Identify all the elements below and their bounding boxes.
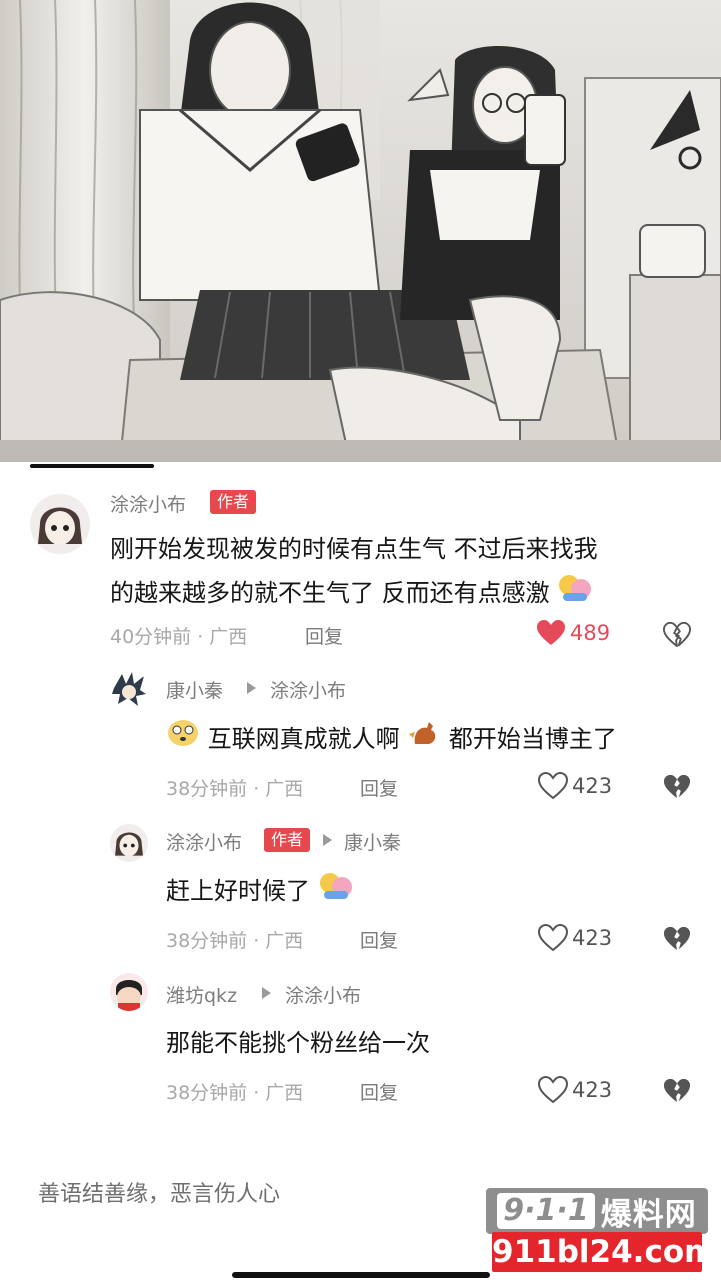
comment-text-line: 的越来越多的就不生气了 反而还有点感激 — [110, 579, 550, 607]
comment-meta: 38分钟前 · 广西 — [166, 778, 304, 800]
heart-filled-icon — [537, 620, 565, 645]
comment-meta: 38分钟前 · 广西 — [166, 1082, 304, 1104]
comment-username[interactable]: 涂涂小布 — [166, 828, 242, 855]
broken-heart-icon — [663, 774, 691, 799]
image-progress-indicator — [30, 464, 154, 468]
comment-meta: 40分钟前 · 广西 — [110, 626, 248, 648]
pencil-sketch-illustration — [0, 0, 721, 462]
dislike-button[interactable] — [663, 621, 691, 653]
hug-emoji-icon — [318, 869, 354, 915]
comment-meta: 38分钟前 · 广西 — [166, 930, 304, 952]
rooster-emoji-icon — [407, 718, 441, 762]
reply-to-username[interactable]: 康小秦 — [344, 828, 401, 855]
comment-text: 那能不能挑个粉丝给一次 — [166, 1029, 430, 1057]
reply-button[interactable]: 回复 — [360, 926, 398, 953]
avatar-image — [30, 494, 90, 554]
avatar-image — [112, 672, 146, 706]
comment-text-part: 互联网真成就人啊 — [207, 725, 400, 753]
comment-text-line: 刚开始发现被发的时候有点生气 不过后来找我 — [110, 535, 598, 563]
watermark-title: 爆料网 — [600, 1196, 697, 1233]
comment-text: 互联网真成就人啊 都开始当博主了 — [166, 717, 617, 762]
surprised-emoji-icon — [166, 718, 200, 762]
avatar[interactable] — [110, 670, 148, 708]
watermark-logo: 9·1·1 爆料网 911bl24.com — [486, 1188, 717, 1276]
like-count: 423 — [572, 774, 613, 798]
comment-text: 赶上好时候了 — [166, 869, 354, 915]
reply-button[interactable]: 回复 — [360, 774, 398, 801]
dislike-button[interactable] — [663, 925, 691, 957]
avatar-image — [110, 973, 148, 1011]
comment-text-part: 都开始当博主了 — [448, 725, 617, 753]
dislike-button[interactable] — [663, 1077, 691, 1109]
comment-input-placeholder[interactable]: 善语结善缘，恶言伤人心 — [38, 1176, 280, 1208]
heart-outline-icon — [538, 1076, 568, 1104]
reply-to-username[interactable]: 涂涂小布 — [285, 981, 361, 1008]
like-button[interactable]: 423 — [538, 772, 612, 800]
reply-button[interactable]: 回复 — [360, 1078, 398, 1105]
like-count: 489 — [570, 621, 611, 645]
like-button[interactable]: 423 — [538, 1076, 612, 1104]
comment-username[interactable]: 涂涂小布 — [110, 490, 186, 517]
comment-text: 刚开始发现被发的时候有点生气 不过后来找我 的越来越多的就不生气了 反而还有点感… — [110, 527, 700, 617]
avatar[interactable] — [110, 973, 148, 1011]
avatar[interactable] — [30, 494, 90, 554]
home-indicator — [232, 1272, 490, 1278]
triangle-right-icon — [247, 682, 256, 694]
reply-button[interactable]: 回复 — [305, 622, 343, 649]
comment-username[interactable]: 潍坊qkz — [166, 981, 237, 1008]
comment-text-part: 赶上好时候了 — [166, 877, 310, 905]
reply-to-username[interactable]: 涂涂小布 — [270, 676, 346, 703]
watermark-badge: 9·1·1 — [497, 1193, 595, 1229]
broken-heart-icon — [663, 926, 691, 951]
comment-username[interactable]: 康小秦 — [166, 676, 223, 703]
like-button[interactable]: 423 — [538, 924, 612, 952]
triangle-right-icon — [262, 987, 271, 999]
dislike-button[interactable] — [663, 773, 691, 805]
heart-outline-icon — [538, 924, 568, 952]
broken-heart-icon — [663, 621, 691, 648]
avatar[interactable] — [110, 824, 148, 862]
post-image[interactable] — [0, 0, 721, 462]
avatar-image — [110, 824, 148, 862]
heart-outline-icon — [538, 772, 568, 800]
broken-heart-icon — [663, 1078, 691, 1103]
triangle-right-icon — [323, 834, 332, 846]
watermark-url: 911bl24.com — [492, 1232, 717, 1272]
like-count: 423 — [572, 926, 613, 950]
author-tag: 作者 — [264, 828, 311, 852]
author-tag: 作者 — [210, 490, 257, 514]
hug-emoji-icon — [557, 571, 593, 617]
like-button[interactable]: 489 — [536, 619, 610, 647]
like-count: 423 — [572, 1078, 613, 1102]
